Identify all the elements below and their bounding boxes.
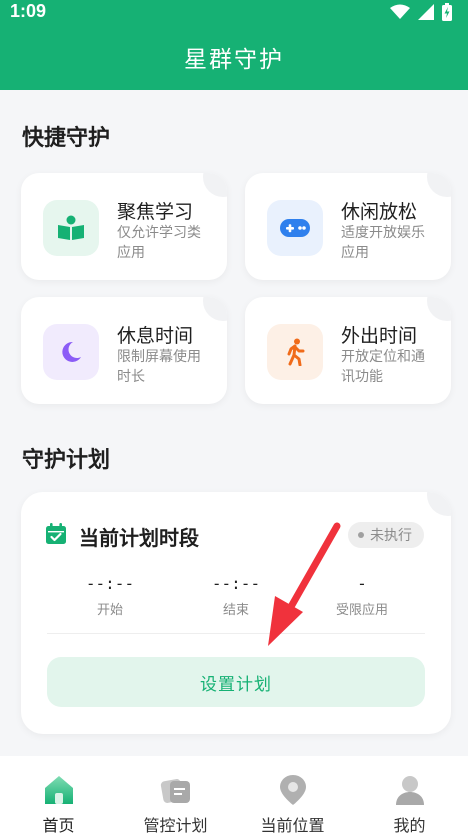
quick-card-leisure-relax[interactable]: 休闲放松 适度开放娱乐应用 <box>245 173 451 280</box>
page-title: 星群守护 <box>184 47 284 73</box>
card-description: 仅允许学习类应用 <box>117 225 201 261</box>
app-header: 星群守护 <box>0 24 468 90</box>
status-bar: 1:09 <box>0 0 468 24</box>
quick-card-rest-time[interactable]: 休息时间 限制屏幕使用时长 <box>21 297 227 404</box>
card-corner-decoration <box>203 173 227 197</box>
status-dot <box>358 532 364 538</box>
bottom-tab-bar: 首页 管控计划 当前位置 我的 <box>0 756 468 839</box>
plan-heading: 当前计划时段 <box>79 526 199 550</box>
profile-icon <box>395 776 424 805</box>
plan-end-label: 结束 <box>222 603 249 618</box>
status-time: 1:09 <box>10 1 47 21</box>
plan-restricted-apps-value: - <box>357 574 367 593</box>
status-badge-label: 未执行 <box>370 528 412 544</box>
home-icon <box>44 776 73 804</box>
quick-card-outing-time[interactable]: 外出时间 开放定位和通讯功能 <box>245 297 451 404</box>
status-badge: 未执行 <box>348 522 424 548</box>
card-title: 聚焦学习 <box>117 201 194 223</box>
main-content: 快捷守护 聚焦学习 仅允许学习类应用 休闲放松 适度开放娱乐应用 休息时间 限制… <box>0 90 468 756</box>
wifi-icon <box>390 4 410 19</box>
tab-label: 管控计划 <box>143 816 208 835</box>
current-plan-card: 当前计划时段 未执行 --:-- 开始 --:-- 结束 - 受限应用 设置计划 <box>21 492 451 734</box>
walking-icon <box>267 324 323 380</box>
card-corner-decoration <box>427 297 451 321</box>
card-corner-decoration <box>427 492 451 516</box>
plan-start-value: --:-- <box>85 574 135 593</box>
section-title-guard-plan: 守护计划 <box>22 448 111 473</box>
card-description: 适度开放娱乐应用 <box>341 225 425 261</box>
card-title: 休闲放松 <box>341 201 418 223</box>
plan-restricted-apps-column: - 受限应用 <box>312 574 412 618</box>
gamepad-icon <box>267 200 323 256</box>
tab-label: 首页 <box>42 816 75 835</box>
quick-card-focus-study[interactable]: 聚焦学习 仅允许学习类应用 <box>21 173 227 280</box>
tab-mine[interactable]: 我的 <box>351 756 468 839</box>
tab-control-plan[interactable]: 管控计划 <box>117 756 234 839</box>
location-icon <box>279 775 306 805</box>
card-title: 休息时间 <box>117 325 194 347</box>
section-title-quick-guard: 快捷守护 <box>22 126 111 151</box>
plan-restricted-apps-label: 受限应用 <box>335 603 388 618</box>
divider <box>47 633 425 634</box>
card-corner-decoration <box>427 173 451 197</box>
plan-end-column: --:-- 结束 <box>186 574 286 618</box>
tab-label: 当前位置 <box>260 816 325 835</box>
card-title: 外出时间 <box>341 325 418 347</box>
calendar-check-icon <box>46 523 66 544</box>
tab-home[interactable]: 首页 <box>0 756 117 839</box>
status-icons <box>390 3 452 21</box>
plan-start-label: 开始 <box>96 603 123 618</box>
book-icon <box>43 200 99 256</box>
card-description: 开放定位和通讯功能 <box>341 349 425 385</box>
tab-label: 我的 <box>393 816 426 835</box>
card-corner-decoration <box>203 297 227 321</box>
moon-icon <box>43 324 99 380</box>
tab-current-location[interactable]: 当前位置 <box>234 756 351 839</box>
card-description: 限制屏幕使用时长 <box>117 349 201 385</box>
plan-end-value: --:-- <box>211 574 261 593</box>
plan-icon <box>160 779 190 803</box>
plan-start-column: --:-- 开始 <box>60 574 160 618</box>
battery-charging-icon <box>442 3 452 21</box>
set-plan-button[interactable]: 设置计划 <box>47 657 425 707</box>
signal-icon <box>418 4 434 20</box>
